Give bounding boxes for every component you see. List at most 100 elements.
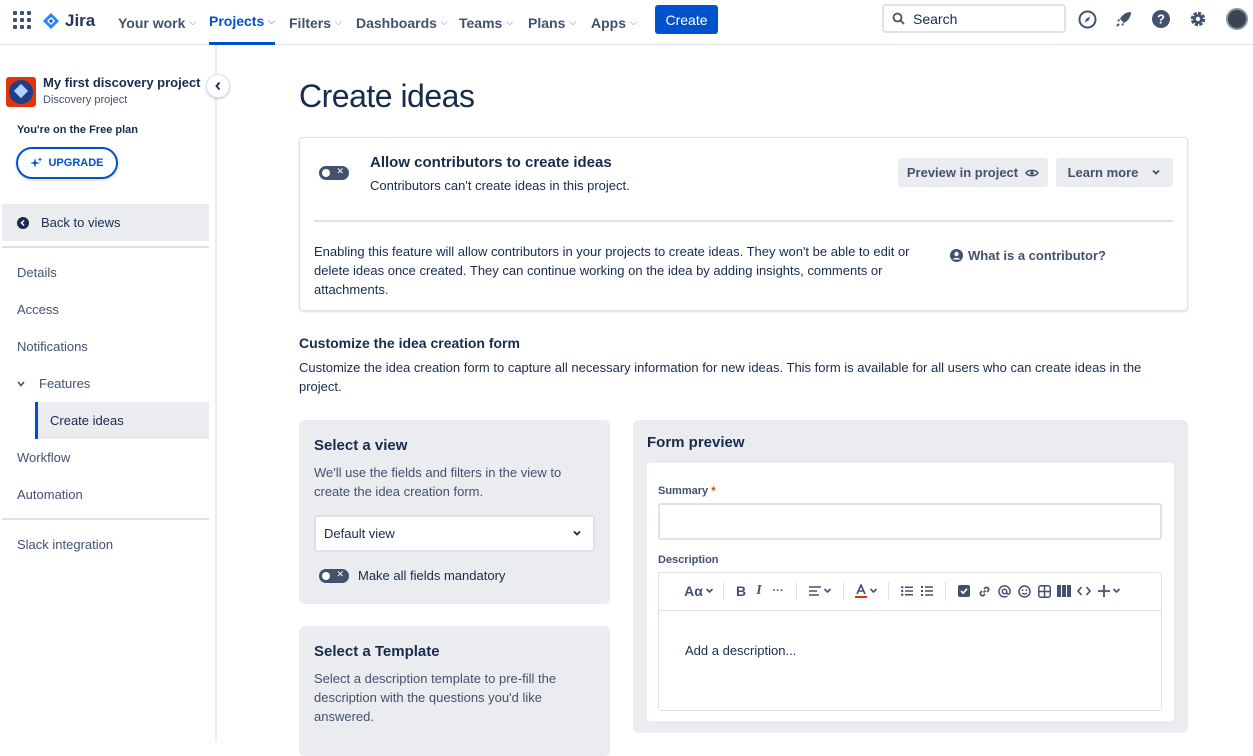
required-mark: * [711,485,716,497]
sidebar-item-automation[interactable]: Automation [17,487,83,502]
mandatory-fields-toggle[interactable]: ✕ [319,568,349,583]
editor-toolbar: Aα B I ··· [658,572,1162,611]
collapse-sidebar-button[interactable] [206,74,230,98]
sidebar-item-access[interactable]: Access [17,302,59,317]
compass-icon[interactable] [1077,9,1097,29]
project-avatar[interactable] [6,77,36,107]
plan-text: You're on the Free plan [17,124,138,136]
sidebar-item-label: Features [39,376,91,391]
plus-icon [1097,585,1110,597]
chevron-down-icon: ⌵ [506,17,514,27]
search-input[interactable]: Search [882,4,1066,33]
nav-label: Your work [118,14,186,31]
search-placeholder: Search [913,10,958,27]
chevron-left-icon [215,81,221,91]
table-button[interactable] [1034,579,1054,603]
sidebar-item-slack-integration[interactable]: Slack integration [17,537,113,552]
nav-label: Filters [289,14,332,31]
sidebar-item-details[interactable]: Details [17,265,57,280]
avatar[interactable] [1226,8,1248,30]
nav-your-work[interactable]: Your work ⌵ [118,0,196,45]
link-button[interactable] [974,579,994,603]
emoji-button[interactable] [1014,579,1034,603]
more-formatting-button[interactable]: ··· [768,579,788,603]
align-left-icon [808,586,821,596]
divider [2,518,209,520]
nav-plans[interactable]: Plans ⌵ [528,0,576,45]
nav-teams[interactable]: Teams ⌵ [459,0,513,45]
text-style-button[interactable]: Aα [683,579,715,603]
sidebar-item-notifications[interactable]: Notifications [17,339,88,354]
create-button[interactable]: Create [655,5,718,34]
preview-in-project-button[interactable]: Preview in project [898,158,1048,187]
layouts-button[interactable] [1054,579,1074,603]
chevron-down-icon [705,588,713,594]
toolbar-divider [888,582,889,600]
help-icon[interactable]: ? [1151,9,1171,29]
mention-icon [997,584,1011,598]
chevron-down-icon [573,530,581,536]
mention-button[interactable] [994,579,1014,603]
close-icon: ✕ [336,166,344,176]
numbered-list-icon [921,586,933,596]
toolbar-divider [843,582,844,600]
code-button[interactable] [1074,579,1094,603]
code-icon [1077,586,1091,596]
insert-button[interactable] [1094,579,1124,603]
top-navigation: Jira Your work ⌵ Projects ⌵ Filters ⌵ Dashb… [0,0,1253,45]
nav-apps[interactable]: Apps ⌵ [591,0,637,45]
rocket-icon[interactable] [1114,9,1134,29]
app-switcher-icon[interactable] [13,11,31,29]
divider [314,220,1173,222]
numbered-list-button[interactable] [917,579,937,603]
text-style-label: Aα [684,583,703,599]
chevron-down-icon: ⌵ [569,17,577,27]
back-to-views-button[interactable]: Back to views [2,204,209,241]
sidebar-item-features[interactable]: Features [17,376,90,391]
contributors-subtitle: Contributors can't create ideas in this … [370,178,630,193]
nav-projects[interactable]: Projects ⌵ [209,0,276,45]
nav-label: Teams [459,14,503,31]
table-icon [1037,584,1051,598]
mandatory-fields-toggle-row: ✕ Make all fields mandatory [319,568,505,583]
nav-label: Projects [209,13,265,29]
bullet-list-button[interactable] [897,579,917,603]
what-is-contributor-link[interactable]: What is a contributor? [950,248,1106,263]
brand-name: Jira [65,11,96,30]
contributors-title: Allow contributors to create ideas [370,154,612,171]
bold-button[interactable]: B [732,579,750,603]
action-item-button[interactable] [954,579,974,603]
description-label: Description [658,554,719,566]
sidebar-item-create-ideas[interactable]: Create ideas [35,402,209,439]
nav-filters[interactable]: Filters ⌵ [289,0,342,45]
text-color-button[interactable] [852,579,880,603]
project-type: Discovery project [43,94,128,106]
summary-label: Summary * [658,485,715,497]
chevron-down-icon [823,588,831,594]
contributor-link-label: What is a contributor? [968,248,1106,263]
chevron-down-icon: ⌵ [268,15,276,26]
view-select[interactable]: Default view [314,515,595,552]
nav-label: Dashboards [356,14,437,31]
page-title: Create ideas [299,78,475,114]
settings-icon[interactable] [1188,9,1208,29]
form-preview-title: Form preview [647,434,745,451]
divider [2,246,209,248]
nav-label: Apps [591,14,626,31]
project-name[interactable]: My first discovery project [43,75,201,90]
close-icon: ✕ [336,568,344,579]
chevron-down-icon: ⌵ [630,17,637,27]
allow-contributors-toggle[interactable]: ✕ [319,166,349,180]
learn-more-dropdown[interactable]: Learn more [1056,158,1173,187]
select-template-title: Select a Template [314,643,440,660]
sidebar-item-workflow[interactable]: Workflow [17,450,70,465]
italic-button[interactable]: I [750,579,768,603]
summary-input[interactable] [658,503,1162,540]
select-template-description: Select a description template to pre-fil… [314,671,557,724]
learn-more-label: Learn more [1067,165,1139,180]
align-button[interactable] [805,579,835,603]
upgrade-button[interactable]: UPGRADE [16,147,118,179]
jira-logo[interactable]: Jira [42,10,95,32]
select-view-title: Select a view [314,437,408,454]
nav-dashboards[interactable]: Dashboards ⌵ [356,0,448,45]
